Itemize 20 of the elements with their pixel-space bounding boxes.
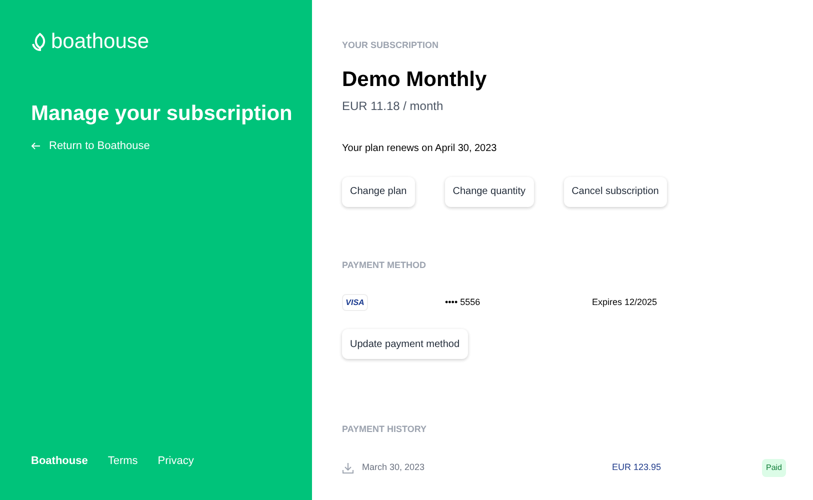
logo-text: boathouse (51, 31, 150, 52)
arrow-left-icon (31, 142, 41, 150)
status-badge: Paid (762, 458, 786, 476)
section-heading: PAYMENT HISTORY (342, 423, 428, 436)
action-button[interactable]: Cancel subscription (564, 176, 667, 206)
payment-date: March 30, 2023 (362, 460, 426, 474)
section-heading: PAYMENT METHOD (342, 258, 428, 272)
section-heading: YOUR SUBSCRIPTION (342, 39, 440, 52)
visa-card-icon: VISA (342, 294, 368, 311)
payment-amount: EUR 123.95 (612, 460, 662, 474)
plan-price: EUR 11.18 / month (342, 98, 444, 114)
action-button[interactable]: Change plan (342, 176, 415, 206)
plan-name: Demo Monthly (342, 68, 488, 90)
renewal-text: Your plan renews on April 30, 2023 (342, 142, 498, 156)
action-button[interactable]: Change quantity (444, 176, 534, 206)
card-number: •••• 5556 (445, 296, 482, 309)
card-expiry: Expires 12/2025 (592, 296, 658, 309)
update-payment-button[interactable]: Update payment method (342, 329, 468, 359)
download-icon[interactable] (342, 462, 354, 474)
page-title: Manage your subscription (31, 101, 294, 127)
